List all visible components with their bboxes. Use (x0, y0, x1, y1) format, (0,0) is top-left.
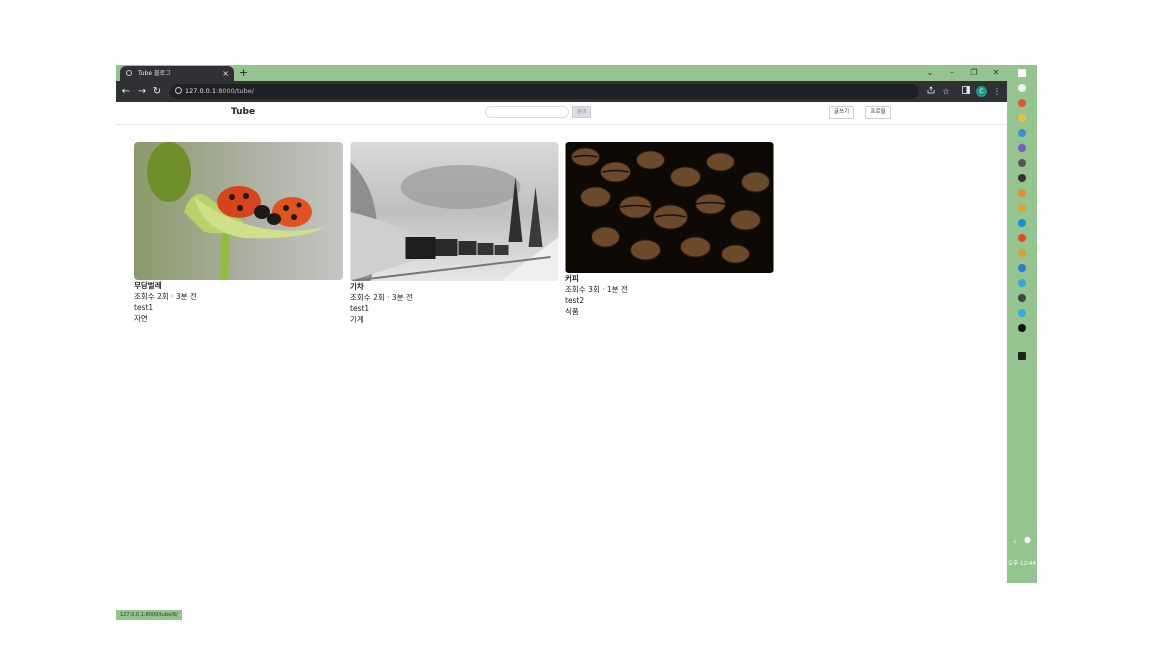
app-icon[interactable] (1018, 324, 1026, 332)
app-icon[interactable] (1018, 294, 1026, 302)
ladybugs-thumbnail[interactable] (134, 142, 343, 280)
video-category: 식품 (565, 307, 579, 316)
app-icon[interactable] (1018, 174, 1026, 182)
minimize-button[interactable]: – (942, 65, 962, 81)
app-icon[interactable] (1018, 204, 1026, 212)
address-bar[interactable]: 127.0.0.1:8000/tube/ (170, 84, 919, 99)
side-panel-icon[interactable] (960, 85, 972, 98)
vscode-icon[interactable] (1018, 264, 1026, 272)
app-icon[interactable] (1018, 114, 1026, 122)
video-author: test1 (134, 303, 154, 312)
write-button[interactable]: 글쓰기 (829, 106, 854, 119)
video-title[interactable]: 커피 (565, 273, 774, 284)
app-icon[interactable] (1018, 144, 1026, 152)
menu-kebab-icon[interactable]: ⋮ (991, 85, 1003, 98)
status-bar-url: 127.0.0.1:8000/tube/6/ (116, 610, 182, 620)
video-meta: 조회수 2회 · 3분 전 (350, 293, 413, 302)
site-brand[interactable]: Tube (231, 107, 255, 117)
app-icon[interactable] (1018, 159, 1026, 167)
search-button[interactable]: 검색 (572, 106, 591, 118)
chrome-icon[interactable] (1018, 249, 1026, 257)
tab-close-icon[interactable]: × (222, 66, 229, 81)
video-category: 자연 (134, 314, 148, 323)
video-title[interactable]: 무당벌레 (134, 280, 343, 291)
taskbar-clock[interactable]: 오후 12:44 (1007, 559, 1037, 567)
video-card[interactable]: 커피 조회수 3회 · 1분 전 test2 식품 (565, 142, 774, 317)
tab-tube-blog[interactable]: Tube 블로그 × (120, 66, 234, 81)
browser-window: Tube 블로그 × + ⌄ – ❐ ✕ ← → ↻ 127.0.0.1:800… (116, 65, 1007, 620)
start-icon[interactable] (1018, 69, 1026, 77)
reload-button[interactable]: ↻ (151, 85, 163, 98)
url-host: 127.0.0.1 (185, 87, 217, 95)
profile-avatar[interactable]: C (976, 86, 987, 97)
search-input[interactable] (485, 106, 569, 118)
browser-toolbar: ← → ↻ 127.0.0.1:8000/tube/ ☆ C ⋮ (116, 81, 1007, 102)
app-icon[interactable] (1018, 234, 1026, 242)
share-icon[interactable] (925, 85, 937, 98)
video-author: test1 (350, 304, 370, 313)
tab-search-icon[interactable]: ⌄ (920, 65, 940, 81)
coffee-thumbnail[interactable] (565, 142, 774, 273)
microphone-icon[interactable]: ● (1024, 535, 1031, 544)
profile-button[interactable]: 프로필 (865, 106, 891, 119)
video-category: 기계 (350, 315, 364, 324)
url-path: :8000/tube/ (216, 87, 254, 95)
app-icon[interactable] (1018, 189, 1026, 197)
web-page: Tube 검색 글쓰기 프로필 무당벌레 조회수 2회 · 3분 전 test1… (116, 102, 1007, 620)
bookmark-star-icon[interactable]: ☆ (940, 85, 952, 98)
video-card[interactable]: 기차 조회수 2회 · 3분 전 test1 기계 (350, 142, 559, 325)
site-info-icon[interactable] (175, 87, 182, 94)
back-button[interactable]: ← (120, 85, 132, 98)
app-icon[interactable] (1018, 99, 1026, 107)
forward-button[interactable]: → (136, 85, 148, 98)
tab-title: Tube 블로그 (138, 70, 171, 77)
side-taskbar: ‹ ● 오후 12:44 (1007, 65, 1037, 583)
site-navbar: Tube 검색 글쓰기 프로필 (116, 102, 1007, 125)
app-icon[interactable] (1018, 309, 1026, 317)
restore-button[interactable]: ❐ (964, 65, 984, 81)
video-author: test2 (565, 296, 585, 305)
chevron-left-icon[interactable]: ‹ (1013, 537, 1016, 546)
app-icon[interactable] (1018, 279, 1026, 287)
globe-icon (126, 70, 132, 76)
video-title[interactable]: 기차 (350, 281, 559, 292)
terminal-icon[interactable] (1018, 352, 1026, 360)
title-bar: Tube 블로그 × + ⌄ – ❐ ✕ (116, 65, 1007, 81)
train-thumbnail[interactable] (350, 142, 559, 281)
edge-icon[interactable] (1018, 219, 1026, 227)
video-card[interactable]: 무당벌레 조회수 2회 · 3분 전 test1 자연 (134, 142, 343, 324)
window-close-button[interactable]: ✕ (986, 65, 1006, 81)
app-icon[interactable] (1018, 129, 1026, 137)
new-tab-button[interactable]: + (239, 65, 248, 80)
video-meta: 조회수 3회 · 1분 전 (565, 285, 628, 294)
video-meta: 조회수 2회 · 3분 전 (134, 292, 197, 301)
search-icon[interactable] (1018, 84, 1026, 92)
